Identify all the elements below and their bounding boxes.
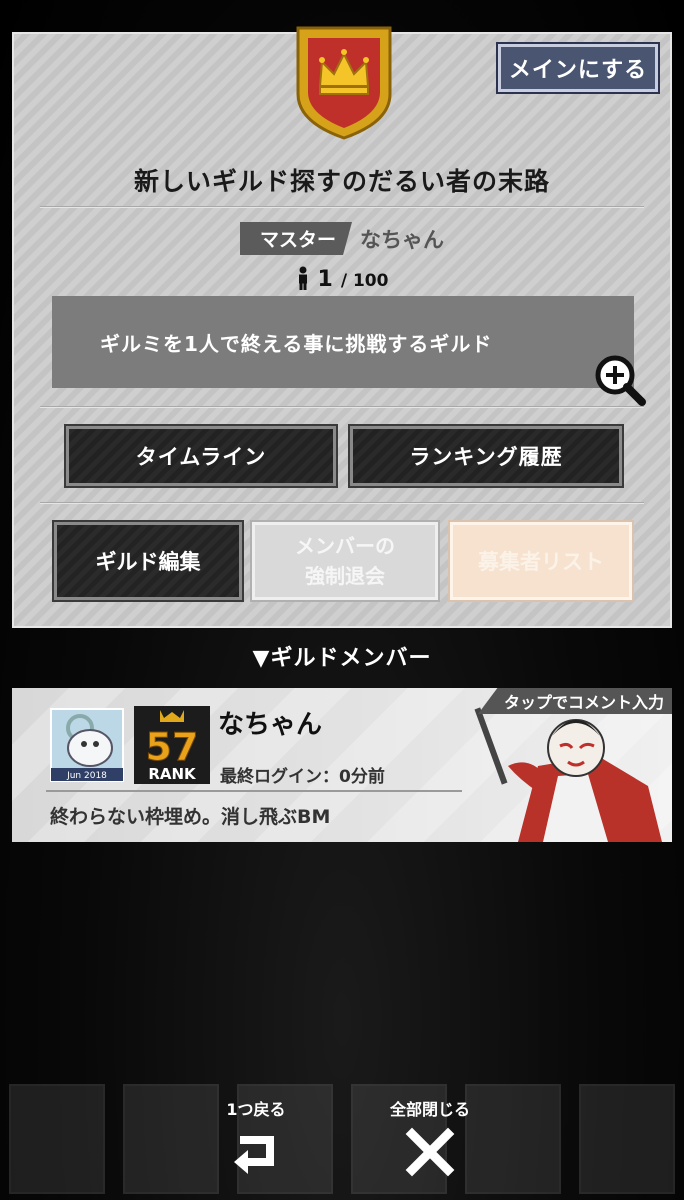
dimmed-bottom-menu [0,1078,684,1200]
back-arrow-icon [234,1136,274,1174]
member-comment: 終わらない枠埋め。消し飛ぶBM [50,806,331,828]
close-icon [405,1127,455,1177]
rank-number: 57 [146,725,199,769]
close-all-button[interactable]: 全部閉じる [382,1096,478,1178]
force-leave-label-line1: メンバーの [295,534,395,558]
rank-badge: 57 RANK [134,706,210,784]
guild-description: ギルミを1人で終える事に挑戦するギルド [52,296,634,388]
divider [40,406,644,408]
member-avatar[interactable]: Jun 2018 [50,708,124,782]
back-button[interactable]: 1つ戻る [218,1096,294,1178]
divider [40,502,644,504]
dimmed-menu-tile [579,1084,675,1194]
dimmed-menu-tile [123,1084,219,1194]
ranking-history-button[interactable]: ランキング履歴 [348,424,624,488]
set-main-guild-button[interactable]: メインにする [496,42,660,94]
person-icon [298,266,307,290]
master-row: マスター なちゃん [14,222,670,255]
member-count-max: / 100 [340,271,389,291]
guild-members-header: ▼ギルドメンバー [252,646,432,671]
applicant-list-button[interactable]: 募集者リスト [448,520,634,602]
member-name: なちゃん [218,710,323,740]
divider [46,790,462,792]
avatar-caption: Jun 2018 [66,771,107,781]
rank-label: RANK [148,765,197,783]
master-label: マスター [239,222,352,255]
member-card[interactable]: タップでコメント入力 Jun 2018 57 RANK なちゃん 最終ログイン：… [12,688,672,842]
member-count-current: 1 [317,267,333,292]
back-label: 1つ戻る [226,1100,286,1119]
force-leave-label-line2: 強制退会 [305,564,385,588]
guild-name: 新しいギルド探すのだるい者の末路 [133,167,550,196]
timeline-button[interactable]: タイムライン [64,424,338,488]
dimmed-menu-tile [465,1084,561,1194]
master-name: なちゃん [360,227,444,252]
tap-to-comment-hint: タップでコメント入力 [477,688,672,714]
member-last-login: 最終ログイン：0分前 [220,767,385,787]
force-leave-button[interactable]: メンバーの 強制退会 [250,520,440,602]
close-all-label: 全部閉じる [389,1100,470,1119]
divider [40,206,644,208]
guild-emblem-crown-icon [296,26,392,140]
zoom-in-icon[interactable] [594,354,646,406]
member-count: 1 / 100 [14,262,670,292]
kabuki-character-icon [474,707,662,842]
guild-edit-button[interactable]: ギルド編集 [52,520,244,602]
dimmed-menu-tile [9,1084,105,1194]
guild-panel: メインにする 新しいギルド探すのだるい者の末路 マスター なちゃん 1 / 10… [12,26,672,628]
